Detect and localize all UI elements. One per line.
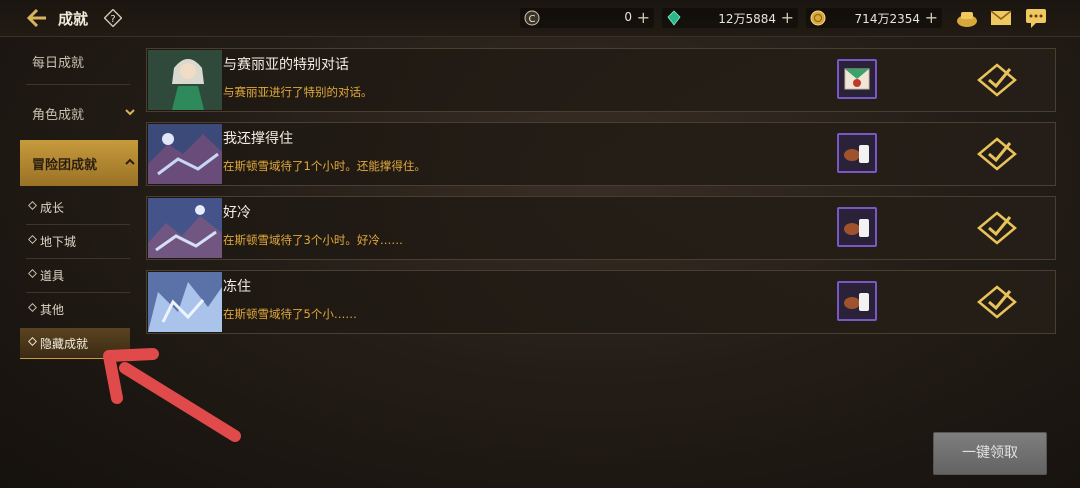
claim-check-icon[interactable]	[977, 137, 1017, 171]
gold-add-button[interactable]: +	[925, 8, 938, 28]
sidebar-sub-dungeon[interactable]: 地下城	[20, 226, 130, 256]
sidebar-sub-label: 成长	[40, 201, 65, 215]
sidebar-sub-label: 隐藏成就	[40, 337, 89, 351]
seria-portrait-image	[148, 50, 222, 110]
achievement-row: 冻住 在斯顿雪域待了5个小……	[146, 270, 1056, 334]
treasure-bag-icon[interactable]	[955, 7, 979, 29]
back-arrow-icon[interactable]	[26, 8, 48, 28]
diamond-bullet-icon	[28, 303, 37, 312]
coin-c-icon: C	[524, 10, 540, 26]
sidebar-item-character[interactable]: 角色成就	[20, 96, 138, 130]
claim-check-icon[interactable]	[977, 63, 1017, 97]
sidebar-sub-label: 地下城	[40, 235, 77, 249]
divider	[26, 224, 130, 225]
claim-all-button[interactable]: 一键领取	[933, 432, 1047, 475]
gold-value: 714万2354	[854, 12, 920, 26]
snow-monster-image	[148, 124, 222, 184]
achievement-desc: 在斯顿雪域待了5个小……	[223, 307, 357, 321]
achievement-row: 与赛丽亚的特别对话 与赛丽亚进行了特别的对话。	[146, 48, 1056, 112]
svg-text:C: C	[529, 14, 536, 25]
achievement-title: 好冷	[223, 205, 251, 221]
mail-icon[interactable]	[989, 7, 1013, 29]
diamond-bullet-icon	[28, 269, 37, 278]
diamond-bullet-icon	[28, 235, 37, 244]
divider	[26, 258, 130, 259]
sidebar-item-adventure[interactable]: 冒险团成就	[20, 140, 138, 186]
sidebar-sub-label: 其他	[40, 303, 65, 317]
achievement-title: 我还撑得住	[223, 131, 293, 147]
currency-coin: C 0 +	[520, 8, 654, 28]
sidebar-item-label: 每日成就	[32, 56, 85, 71]
snow-monster-image	[148, 198, 222, 258]
sidebar-sub-label: 道具	[40, 269, 65, 283]
divider	[26, 84, 130, 85]
chat-icon[interactable]	[1024, 7, 1048, 29]
sidebar-sub-other[interactable]: 其他	[20, 294, 130, 324]
currency-gem: 12万5884 +	[662, 8, 798, 28]
sidebar-item-label: 角色成就	[32, 108, 85, 123]
currency-gold: 714万2354 +	[806, 8, 942, 28]
chevron-down-icon	[125, 109, 135, 116]
meat-milk-icon	[844, 293, 869, 311]
sidebar-item-label: 冒险团成就	[32, 158, 98, 173]
gem-value: 12万5884	[718, 12, 776, 26]
sidebar-sub-items[interactable]: 道具	[20, 260, 130, 290]
divider	[26, 292, 130, 293]
achievement-desc: 在斯顿雪域待了3个小时。好冷……	[223, 233, 403, 247]
reward-item[interactable]	[837, 207, 877, 247]
achievement-desc: 在斯顿雪域待了1个小时。还能撑得住。	[223, 159, 426, 173]
sidebar-item-daily[interactable]: 每日成就	[20, 44, 138, 78]
achievement-title: 与赛丽亚的特别对话	[223, 57, 349, 73]
letter-icon	[844, 68, 870, 90]
svg-text:?: ?	[110, 14, 115, 25]
reward-item[interactable]	[837, 59, 877, 99]
achievement-desc: 与赛丽亚进行了特别的对话。	[223, 85, 373, 99]
green-gem-icon	[667, 10, 681, 26]
frozen-monster-image	[148, 272, 222, 332]
diamond-bullet-icon	[28, 337, 37, 346]
meat-milk-icon	[844, 145, 869, 163]
coin-value: 0	[624, 10, 632, 24]
achievement-row: 好冷 在斯顿雪域待了3个小时。好冷……	[146, 196, 1056, 260]
coin-add-button[interactable]: +	[637, 8, 650, 28]
reward-item[interactable]	[837, 281, 877, 321]
achievement-title: 冻住	[223, 279, 251, 295]
reward-item[interactable]	[837, 133, 877, 173]
gem-add-button[interactable]: +	[781, 8, 794, 28]
meat-milk-icon	[844, 219, 869, 237]
chevron-up-icon	[125, 158, 135, 165]
top-bar: 成就 ? C 0 + 12万5884 + 714万2354 +	[0, 0, 1080, 37]
page-title: 成就	[58, 10, 89, 28]
sidebar-sub-growth[interactable]: 成长	[20, 192, 130, 222]
achievement-row: 我还撑得住 在斯顿雪域待了1个小时。还能撑得住。	[146, 122, 1056, 186]
claim-check-icon[interactable]	[977, 211, 1017, 245]
diamond-bullet-icon	[28, 201, 37, 210]
claim-check-icon[interactable]	[977, 285, 1017, 319]
gold-coin-icon	[810, 10, 826, 26]
help-icon[interactable]: ?	[104, 9, 122, 27]
red-annotation-arrow	[103, 348, 241, 442]
